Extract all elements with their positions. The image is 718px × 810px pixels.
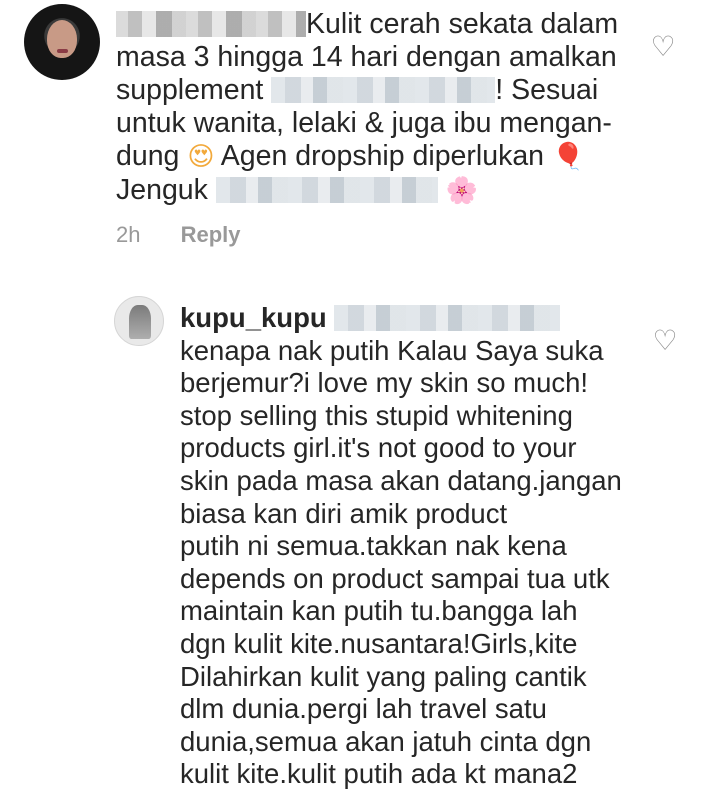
comment-line: depends on product sampai tua utk: [180, 562, 610, 594]
comment-meta: 2h Reply: [116, 222, 241, 248]
comments-screen: Kulit cerah sekata dalam masa 3 hingga 1…: [0, 0, 718, 810]
comment-line: berjemur?i love my skin so much!: [180, 367, 589, 399]
comment-line: Dilahirkan kulit yang paling cantik: [180, 660, 587, 692]
comment-text-part: untuk wanita, lelaki & juga ibu mengan-: [116, 107, 612, 139]
comment-line: kupu_kupu: [180, 302, 660, 335]
commenter-avatar[interactable]: [114, 296, 164, 346]
comment-line: kulit kite.kulit putih ada kt mana2: [180, 758, 578, 790]
reply-button[interactable]: Reply: [181, 222, 241, 247]
comment-line: kenapa nak putih Kalau Saya suka: [180, 334, 604, 366]
like-heart-icon[interactable]: ♡: [650, 326, 680, 356]
comment-text: Kulit cerah sekata dalam masa 3 hingga 1…: [116, 8, 636, 208]
comment-line: untuk wanita, lelaki & juga ibu mengan-: [116, 107, 636, 140]
comment-line: dunia,semua akan jatuh cinta dgn: [180, 725, 592, 757]
heart-eyes-emoji-icon: 😍: [187, 142, 215, 172]
comment-username[interactable]: kupu_kupu: [180, 302, 327, 333]
commenter-avatar[interactable]: [24, 4, 100, 80]
blurred-text: [215, 177, 438, 203]
comment-text: kupu_kupu kenapa nak putih Kalau Saya su…: [180, 302, 660, 791]
blurred-username: [116, 11, 306, 37]
comment-line: stop selling this stupid whitening: [180, 399, 573, 431]
comment-timestamp: 2h: [116, 222, 141, 247]
comment-line: supplement ! Sesuai: [116, 74, 636, 107]
comment-line: biasa kan diri amik product: [180, 497, 508, 529]
comment-text-part: supplement: [116, 74, 264, 106]
comment-line: dung 😍 Agen dropship diperlukan 🎈: [116, 140, 636, 174]
comment-line: masa 3 hingga 14 hari dengan amalkan: [116, 41, 636, 74]
comment-line: Jenguk 🌸: [116, 174, 636, 208]
flower-emoji-icon: 🌸: [445, 176, 479, 206]
comment-line: skin pada masa akan datang.jangan: [180, 464, 622, 496]
comment-line: maintain kan putih tu.bangga lah: [180, 595, 578, 627]
comment-text-part: ! Sesuai: [495, 74, 599, 106]
comment-line: dgn kulit kite.nusantara!Girls,kite: [180, 627, 578, 659]
comment-line: Kulit cerah sekata dalam: [116, 8, 636, 41]
comment-line: putih ni semua.takkan nak kena: [180, 530, 567, 562]
comment-text-part: dung: [116, 140, 180, 172]
avatar-figure: [129, 305, 151, 339]
like-heart-icon[interactable]: ♡: [648, 32, 678, 62]
comment-text-part: masa 3 hingga 14 hari dengan amalkan: [116, 41, 617, 73]
blurred-text: [271, 77, 496, 103]
avatar-lips: [57, 49, 68, 53]
comment-text-part: Kulit cerah sekata dalam: [306, 8, 619, 40]
comment-line: dlm dunia.pergi lah travel satu: [180, 693, 547, 725]
comment-line: products girl.it's not good to your: [180, 432, 577, 464]
balloon-emoji-icon: 🎈: [551, 142, 585, 172]
comment-text-part: Jenguk: [116, 174, 208, 206]
blurred-text: [334, 305, 561, 331]
comment-text-part: Agen dropship diperlukan: [220, 140, 545, 172]
